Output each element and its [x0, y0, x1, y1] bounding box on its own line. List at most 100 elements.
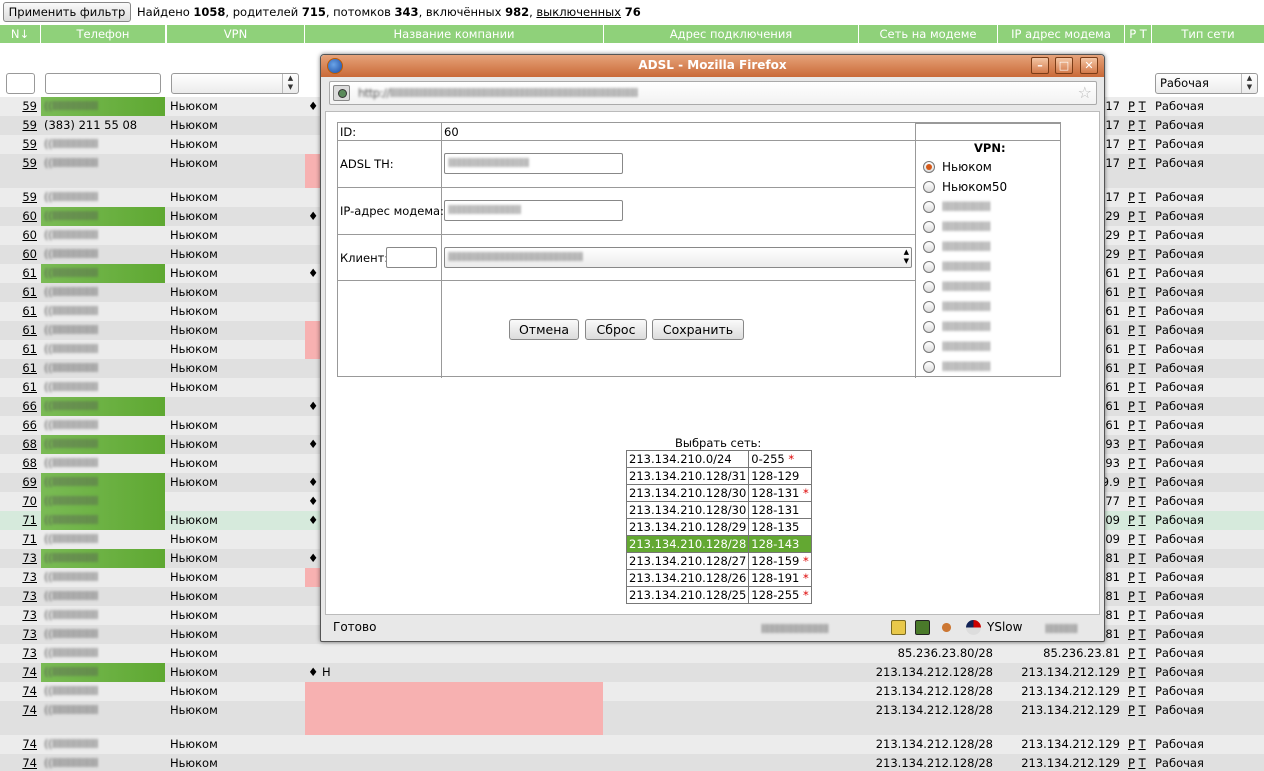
t-link[interactable]: Т [1139, 99, 1146, 113]
vpn-radio[interactable] [923, 361, 935, 373]
p-link[interactable]: Р [1128, 418, 1135, 432]
row-id-link[interactable]: 74 [22, 703, 37, 717]
cancel-button[interactable]: Отмена [509, 319, 579, 340]
t-link[interactable]: Т [1139, 570, 1146, 584]
t-link[interactable]: Т [1139, 118, 1146, 132]
t-link[interactable]: Т [1139, 190, 1146, 204]
row-id-link[interactable]: 61 [22, 285, 37, 299]
row-id-link[interactable]: 73 [22, 551, 37, 565]
yslow-label[interactable]: YSlow [987, 620, 1022, 634]
t-link[interactable]: Т [1139, 703, 1146, 717]
t-link[interactable]: Т [1139, 437, 1146, 451]
row-id-link[interactable]: 71 [22, 532, 37, 546]
row-id-link[interactable]: 61 [22, 266, 37, 280]
apply-filter-button[interactable]: Применить фильтр [3, 2, 131, 22]
column-address[interactable]: Адрес подключения [604, 25, 858, 43]
network-row[interactable]: 213.134.210.0/24 0-255 * [625, 450, 812, 468]
addon-icon[interactable] [915, 620, 930, 635]
t-link[interactable]: Т [1139, 323, 1146, 337]
url-text[interactable]: http://lllllllllllllllllllllllllllllllll… [358, 86, 918, 100]
network-row[interactable]: 213.134.210.128/27 128-159 * [625, 552, 812, 570]
excluded-link[interactable]: выключенных [536, 5, 621, 19]
row-id-link[interactable]: 59 [22, 118, 37, 132]
adsl-input[interactable]: llllllllllllllllllllllllllllll [444, 153, 623, 174]
client-select[interactable]: llllllllllllllllllllllllllllllllllllllll… [444, 247, 912, 268]
t-link[interactable]: Т [1139, 304, 1146, 318]
site-identity-icon[interactable] [333, 85, 350, 101]
network-row[interactable]: 213.134.210.128/26 128-191 * [625, 569, 812, 587]
p-link[interactable]: Р [1128, 737, 1135, 751]
table-row[interactable]: 74 ((lllllllllllllllll Ньюком 213.134.212.1… [0, 682, 1264, 701]
row-id-link[interactable]: 74 [22, 737, 37, 751]
p-link[interactable]: Р [1128, 118, 1135, 132]
p-link[interactable]: Р [1128, 684, 1135, 698]
t-link[interactable]: Т [1139, 456, 1146, 470]
vpn-radio[interactable] [923, 321, 935, 333]
p-link[interactable]: Р [1128, 665, 1135, 679]
url-bar[interactable]: http://lllllllllllllllllllllllllllllllll… [329, 81, 1097, 105]
p-link[interactable]: Р [1128, 513, 1135, 527]
row-id-link[interactable]: 61 [22, 380, 37, 394]
row-id-link[interactable]: 73 [22, 570, 37, 584]
p-link[interactable]: Р [1128, 342, 1135, 356]
p-link[interactable]: Р [1128, 323, 1135, 337]
p-link[interactable]: Р [1128, 551, 1135, 565]
column-modem-net[interactable]: Сеть на модеме [859, 25, 997, 43]
row-id-link[interactable]: 61 [22, 304, 37, 318]
maximize-button[interactable]: □ [1055, 57, 1073, 74]
t-link[interactable]: Т [1139, 589, 1146, 603]
vpn-radio[interactable] [923, 221, 935, 233]
phone-filter-input[interactable] [45, 73, 161, 94]
row-id-link[interactable]: 59 [22, 156, 37, 170]
p-link[interactable]: Р [1128, 285, 1135, 299]
p-link[interactable]: Р [1128, 437, 1135, 451]
row-id-link[interactable]: 74 [22, 665, 37, 679]
p-link[interactable]: Р [1128, 228, 1135, 242]
p-link[interactable]: Р [1128, 532, 1135, 546]
vpn-radio[interactable] [923, 301, 935, 313]
network-row[interactable]: 213.134.210.128/28 128-143 [625, 535, 812, 553]
row-id-link[interactable]: 68 [22, 456, 37, 470]
t-link[interactable]: Т [1139, 513, 1146, 527]
row-id-link[interactable]: 73 [22, 627, 37, 641]
t-link[interactable]: Т [1139, 551, 1146, 565]
p-link[interactable]: Р [1128, 361, 1135, 375]
p-link[interactable]: Р [1128, 380, 1135, 394]
p-link[interactable]: Р [1128, 209, 1135, 223]
p-link[interactable]: Р [1128, 589, 1135, 603]
t-link[interactable]: Т [1139, 137, 1146, 151]
row-id-link[interactable]: 59 [22, 137, 37, 151]
t-link[interactable]: Т [1139, 380, 1146, 394]
row-id-link[interactable]: 61 [22, 323, 37, 337]
net-type-filter-select[interactable]: Рабочая ▲ ▼ [1155, 73, 1258, 94]
t-link[interactable]: Т [1139, 266, 1146, 280]
row-id-link[interactable]: 74 [22, 756, 37, 770]
table-row[interactable]: 73 ((lllllllllllllllll Ньюком 85.236.23.80/… [0, 644, 1264, 663]
p-link[interactable]: Р [1128, 99, 1135, 113]
t-link[interactable]: Т [1139, 627, 1146, 641]
network-row[interactable]: 213.134.210.128/31 128-129 [625, 467, 812, 485]
t-link[interactable]: Т [1139, 247, 1146, 261]
row-id-link[interactable]: 70 [22, 494, 37, 508]
save-button[interactable]: Сохранить [652, 319, 744, 340]
row-id-link[interactable]: 68 [22, 437, 37, 451]
row-id-link[interactable]: 74 [22, 684, 37, 698]
column-pt[interactable]: Р Т [1125, 25, 1151, 43]
row-id-link[interactable]: 69 [22, 475, 37, 489]
row-id-link[interactable]: 60 [22, 228, 37, 242]
vpn-radio-newcom[interactable] [923, 161, 935, 173]
row-id-link[interactable]: 61 [22, 361, 37, 375]
t-link[interactable]: Т [1139, 156, 1146, 170]
vpn-radio[interactable] [923, 341, 935, 353]
row-id-link[interactable]: 59 [22, 99, 37, 113]
p-link[interactable]: Р [1128, 475, 1135, 489]
row-id-link[interactable]: 66 [22, 418, 37, 432]
vpn-radio[interactable] [923, 281, 935, 293]
yslow-icon[interactable] [966, 620, 981, 635]
t-link[interactable]: Т [1139, 756, 1146, 770]
ip-input[interactable]: lllllllllllllllllllllllllll [444, 200, 623, 221]
firebug-icon[interactable] [939, 620, 954, 635]
p-link[interactable]: Р [1128, 703, 1135, 717]
column-phone[interactable]: Телефон [41, 25, 165, 43]
row-id-link[interactable]: 73 [22, 646, 37, 660]
